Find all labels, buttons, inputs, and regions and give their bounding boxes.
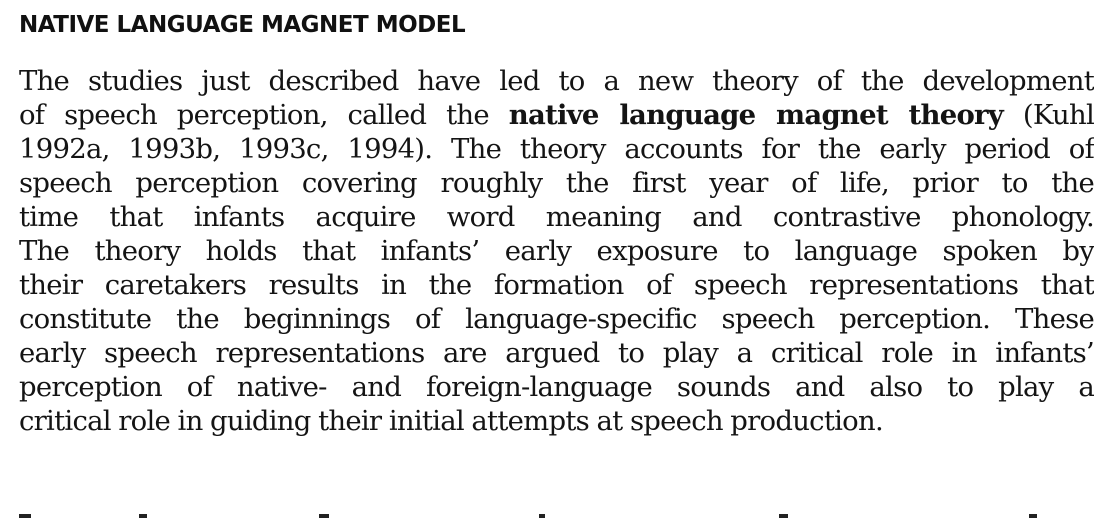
- document-page: NATIVE LANGUAGE MAGNET MODEL The studies…: [19, 0, 1094, 520]
- paragraph-text: of speech perception, called the: [19, 99, 509, 131]
- paragraph-line: their caretakers results in the formatio…: [19, 269, 1094, 301]
- paragraph-line: The studies just described have led to a…: [19, 65, 1094, 97]
- section-heading: NATIVE LANGUAGE MAGNET MODEL: [19, 12, 466, 38]
- paragraph-line: early speech representations are argued …: [19, 337, 1094, 369]
- body-paragraph: The studies just described have led to a…: [19, 64, 1094, 438]
- paragraph-text: (Kuhl: [1003, 99, 1094, 131]
- key-term: native language magnet theory: [508, 99, 1004, 131]
- paragraph-line: The theory holds that infants’ early exp…: [19, 235, 1094, 267]
- cropped-next-line: [19, 514, 1094, 520]
- paragraph-line: constitute the beginnings of language-sp…: [19, 303, 1094, 335]
- paragraph-line: perception of native- and foreign-langua…: [19, 371, 1094, 403]
- paragraph-line: time that infants acquire word meaning a…: [19, 201, 1094, 233]
- paragraph-line: of speech perception, called the native …: [19, 98, 1094, 132]
- paragraph-line: 1992a, 1993b, 1993c, 1994). The theory a…: [19, 133, 1094, 165]
- paragraph-line: critical role in guiding their initial a…: [19, 405, 884, 437]
- paragraph-line: speech perception covering roughly the f…: [19, 167, 1094, 199]
